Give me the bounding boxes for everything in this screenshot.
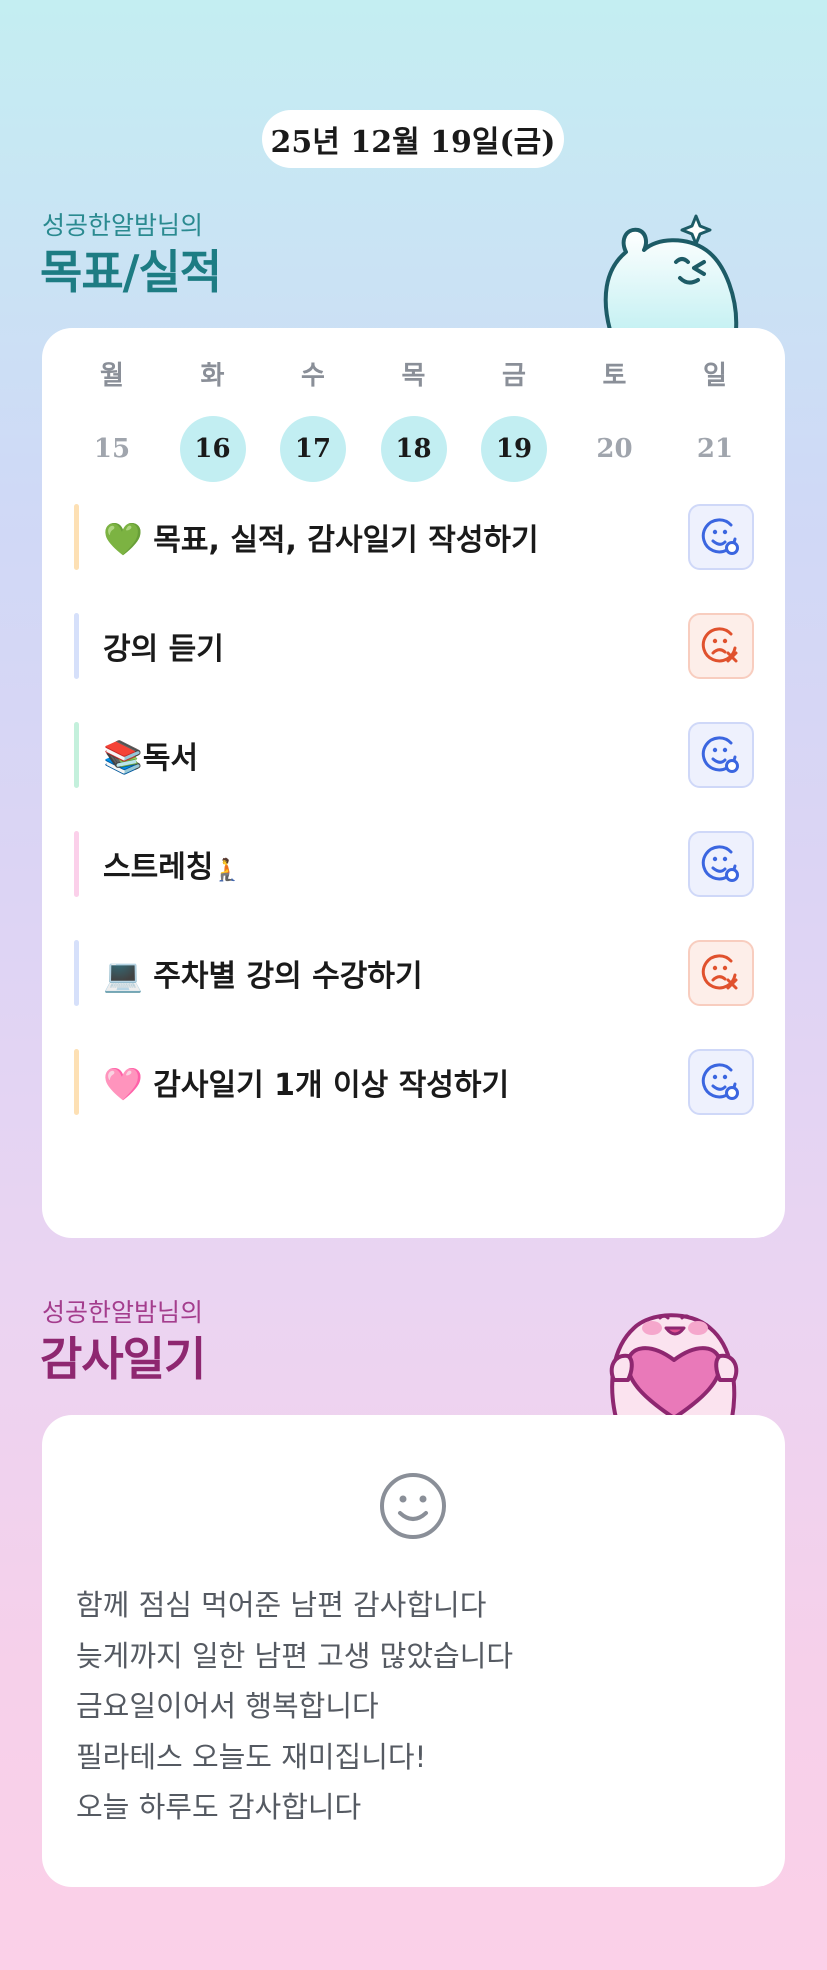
goal-text: 강의 듣기 — [103, 624, 688, 668]
day-number[interactable]: 15 — [79, 416, 145, 482]
goal-color-bar — [74, 504, 79, 570]
goal-emoji-prefix: 📚 — [103, 738, 143, 776]
goal-done-button[interactable] — [688, 831, 754, 897]
day-number[interactable]: 19 — [481, 416, 547, 482]
day-number[interactable]: 16 — [179, 416, 246, 482]
day-name: 금 — [502, 361, 526, 391]
gratitude-title: 감사일기 — [40, 1332, 206, 1386]
day-name: 토 — [602, 361, 627, 391]
day-name: 목 — [401, 361, 426, 391]
goal-color-bar — [74, 831, 79, 897]
goal-failed-button[interactable] — [688, 613, 754, 679]
day-column[interactable]: 토 20 — [565, 356, 665, 482]
goal-label: 스트레칭 — [103, 850, 214, 885]
goal-row[interactable]: 📚독서 — [74, 722, 754, 788]
goal-done-button[interactable] — [688, 1049, 754, 1115]
smile-check-icon — [701, 517, 741, 557]
day-number[interactable]: 21 — [682, 416, 748, 482]
goal-label: 목표, 실적, 감사일기 작성하기 — [142, 523, 539, 558]
goal-row[interactable]: 💻 주차별 강의 수강하기 — [74, 940, 754, 1006]
goal-failed-button[interactable] — [688, 940, 754, 1006]
day-name: 화 — [200, 361, 225, 391]
day-column[interactable]: 일 21 — [665, 356, 765, 482]
day-name: 월 — [100, 361, 124, 391]
goal-label: 독서 — [142, 741, 199, 776]
day-column[interactable]: 수 17 — [263, 356, 363, 482]
goal-done-button[interactable] — [688, 504, 754, 570]
sad-x-icon — [701, 953, 741, 993]
day-name: 일 — [703, 361, 727, 391]
goals-title: 목표/실적 — [40, 245, 222, 299]
smile-face-icon[interactable] — [378, 1471, 448, 1541]
goal-label: 주차별 강의 수강하기 — [142, 959, 423, 994]
mint-mascot-icon — [603, 214, 739, 330]
gratitude-line: 오늘 하루도 감사합니다 — [76, 1790, 362, 1824]
smile-check-icon — [701, 735, 741, 775]
day-column[interactable]: 목 18 — [364, 356, 464, 482]
goal-color-bar — [74, 613, 79, 679]
goal-text: 🩷 감사일기 1개 이상 작성하기 — [103, 1060, 688, 1104]
gratitude-line: 금요일이어서 행복합니다 — [76, 1689, 379, 1723]
goal-label: 감사일기 1개 이상 작성하기 — [142, 1068, 510, 1103]
goal-row[interactable]: 🩷 감사일기 1개 이상 작성하기 — [74, 1049, 754, 1115]
goal-text: 📚독서 — [103, 733, 688, 777]
goal-color-bar — [74, 940, 79, 1006]
goal-emoji-prefix: 💚 — [103, 520, 143, 558]
goal-color-bar — [74, 1049, 79, 1115]
day-number[interactable]: 20 — [582, 416, 648, 482]
goal-row[interactable]: 강의 듣기 — [74, 613, 754, 679]
pink-heart-mascot-icon — [609, 1313, 739, 1418]
goal-text: 스트레칭🧎 — [103, 842, 688, 886]
day-number[interactable]: 17 — [280, 416, 346, 482]
gratitude-card: 함께 점심 먹어준 남편 감사합니다늦게까지 일한 남편 고생 많았습니다금요일… — [42, 1415, 785, 1887]
gratitude-line: 필라테스 오늘도 재미집니다! — [76, 1739, 427, 1774]
goal-emoji-prefix: 💻 — [103, 956, 143, 994]
day-column[interactable]: 화 16 — [163, 356, 263, 482]
goal-emoji-prefix: 🩷 — [103, 1065, 143, 1103]
gratitude-line: 늦게까지 일한 남편 고생 많았습니다 — [76, 1638, 514, 1673]
smile-check-icon — [701, 1062, 741, 1102]
goal-row[interactable]: 💚 목표, 실적, 감사일기 작성하기 — [74, 504, 754, 570]
goal-done-button[interactable] — [688, 722, 754, 788]
goal-text: 💚 목표, 실적, 감사일기 작성하기 — [103, 515, 688, 559]
day-column[interactable]: 금 19 — [464, 356, 564, 482]
gratitude-line: 함께 점심 먹어준 남편 감사합니다 — [76, 1588, 487, 1622]
goal-color-bar — [74, 722, 79, 788]
goal-text: 💻 주차별 강의 수강하기 — [103, 951, 688, 995]
smile-check-icon — [701, 844, 741, 884]
goal-label: 강의 듣기 — [103, 632, 224, 667]
day-column[interactable]: 월 15 — [62, 356, 162, 482]
goal-emoji-suffix: 🧎 — [213, 858, 241, 883]
week-calendar: 월 15 화 16 수 17 목 18 금 19 토 20 일 21 — [62, 356, 765, 482]
day-name: 수 — [301, 361, 325, 391]
gratitude-text: 함께 점심 먹어준 남편 감사합니다늦게까지 일한 남편 고생 많았습니다금요일… — [76, 1580, 513, 1833]
goals-card: 월 15 화 16 수 17 목 18 금 19 토 20 일 21 💚 목표, 실적, 감사일기 작성하… — [42, 328, 785, 1238]
date-pill[interactable]: 25년 12월 19일(금) — [262, 110, 564, 168]
goal-row[interactable]: 스트레칭🧎 — [74, 831, 754, 897]
day-number[interactable]: 18 — [380, 416, 447, 482]
sad-x-icon — [701, 626, 741, 666]
